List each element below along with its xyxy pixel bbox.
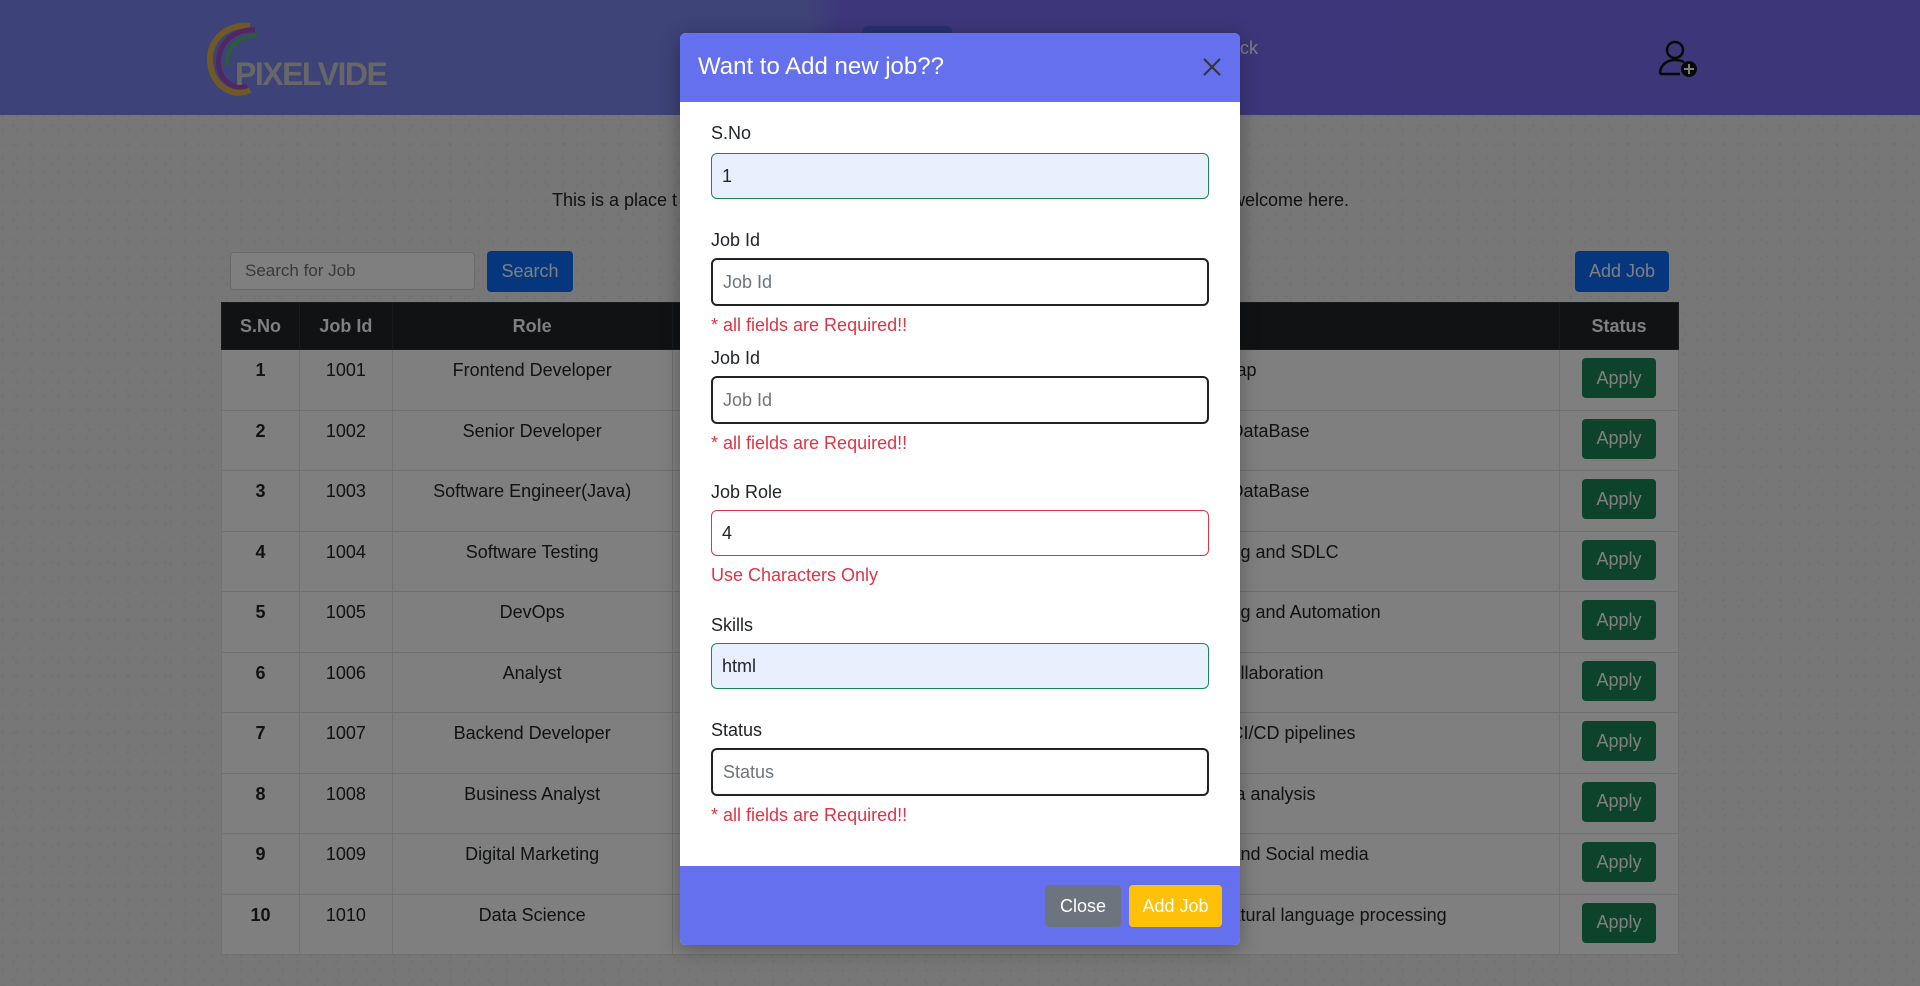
job-role-label: Job Role bbox=[711, 482, 783, 502]
job-id-field[interactable] bbox=[711, 258, 1209, 306]
job-id-label-2: Job Id bbox=[711, 348, 761, 368]
job-id-label: Job Id bbox=[711, 230, 761, 250]
status-error: * all fields are Required!! bbox=[711, 805, 908, 825]
job-id-error: * all fields are Required!! bbox=[711, 315, 908, 335]
job-role-error: Use Characters Only bbox=[711, 565, 879, 585]
job-id-error-2: * all fields are Required!! bbox=[711, 433, 908, 453]
sno-label: S.No bbox=[711, 123, 752, 143]
modal-close-button[interactable]: Close bbox=[1045, 885, 1121, 927]
modal-title: Want to Add new job?? bbox=[698, 53, 944, 80]
close-icon[interactable] bbox=[1198, 53, 1226, 81]
job-id-field-2[interactable] bbox=[711, 376, 1209, 424]
skills-field[interactable] bbox=[711, 643, 1209, 689]
sno-field[interactable] bbox=[711, 153, 1209, 199]
skills-label: Skills bbox=[711, 615, 754, 635]
job-role-field[interactable] bbox=[711, 510, 1209, 556]
modal-header: Want to Add new job?? bbox=[680, 33, 1240, 102]
add-job-modal: Want to Add new job?? S.No Job Id * all … bbox=[680, 33, 1240, 945]
status-field[interactable] bbox=[711, 748, 1209, 796]
status-label: Status bbox=[711, 720, 763, 740]
modal-add-job-button[interactable]: Add Job bbox=[1129, 885, 1222, 927]
